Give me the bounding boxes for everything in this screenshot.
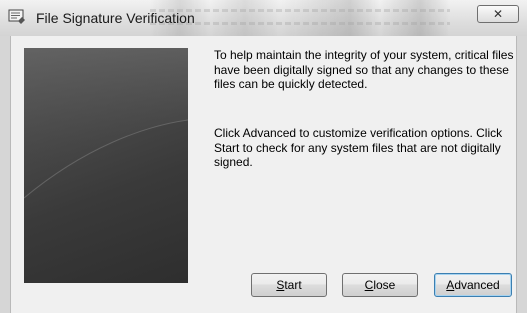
dialog-body: To help maintain the integrity of your s… — [10, 36, 517, 313]
start-label: tart — [284, 278, 302, 292]
start-mnemonic: S — [276, 278, 285, 292]
file-signature-verification-window: File Signature Verification ✕ To help ma… — [0, 0, 527, 313]
signature-verification-icon — [8, 9, 26, 25]
advanced-label: dvanced — [454, 278, 500, 292]
instructions-text: Click Advanced to customize verification… — [214, 126, 503, 169]
title-bar[interactable]: File Signature Verification ✕ — [0, 0, 527, 36]
advanced-mnemonic: A — [446, 278, 455, 292]
close-mnemonic: C — [364, 278, 374, 292]
ghost-line — [150, 9, 450, 12]
close-label: lose — [373, 278, 396, 292]
banner-image — [24, 48, 188, 283]
close-icon: ✕ — [492, 7, 504, 21]
intro-text: To help maintain the integrity of your s… — [214, 48, 514, 91]
advanced-button[interactable]: Advanced — [434, 273, 512, 297]
window-title: File Signature Verification — [36, 10, 195, 26]
ghost-line — [150, 22, 450, 25]
close-window-button[interactable]: ✕ — [477, 5, 519, 23]
start-button[interactable]: Start — [251, 273, 327, 297]
close-button[interactable]: Close — [342, 273, 418, 297]
background-window-ghost — [150, 0, 460, 36]
